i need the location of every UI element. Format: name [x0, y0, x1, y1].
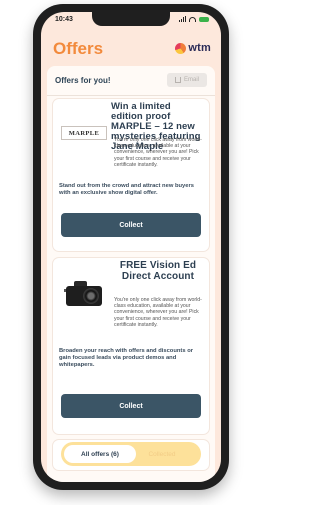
- offer-pitch: Stand out from the crowd and attract new…: [59, 183, 194, 197]
- email-button-label: Email: [183, 77, 199, 83]
- status-bar: 10:43: [41, 12, 221, 28]
- marple-logo: MARPLE: [61, 126, 107, 140]
- offer-card[interactable]: FREE Vision Ed Direct Account You're onl…: [53, 258, 209, 434]
- offers-panel: Offers for you! Email MARPLE Win a limit…: [47, 66, 215, 482]
- divider: [47, 95, 215, 96]
- offer-card[interactable]: MARPLE Win a limited edition proof MARPL…: [53, 99, 209, 251]
- battery-icon: [199, 16, 209, 22]
- status-time: 10:43: [55, 16, 73, 23]
- signal-icon: [179, 16, 186, 22]
- collect-button[interactable]: Collect: [61, 213, 201, 237]
- notch: [92, 12, 170, 26]
- camera-image: [64, 278, 104, 308]
- wifi-icon: [189, 16, 196, 22]
- wtm-logo-icon: [175, 42, 187, 54]
- offer-description: You're only one click away from world-cl…: [114, 137, 202, 168]
- share-icon: [174, 77, 181, 83]
- phone-frame: 10:43 Offers wtm Offers for you! Email M…: [33, 4, 229, 490]
- offer-description: You're only one click away from world-cl…: [114, 297, 202, 328]
- offers-tab-bar: All offers (6) Collected: [61, 442, 201, 466]
- app-header: Offers wtm: [41, 32, 221, 64]
- email-button[interactable]: Email: [167, 73, 207, 87]
- brand-logo-text: wtm: [188, 42, 211, 54]
- offers-heading: Offers for you!: [55, 76, 111, 85]
- collect-button[interactable]: Collect: [61, 394, 201, 418]
- tab-collected[interactable]: Collected: [126, 445, 198, 463]
- offer-image: [59, 272, 109, 314]
- status-icons: [179, 16, 209, 22]
- offer-pitch: Broaden your reach with offers and disco…: [59, 348, 193, 369]
- brand-logo[interactable]: wtm: [175, 42, 211, 54]
- page-title: Offers: [53, 39, 104, 58]
- app-screen: 10:43 Offers wtm Offers for you! Email M…: [41, 12, 221, 482]
- offer-image: MARPLE: [59, 117, 109, 149]
- offer-title: FREE Vision Ed Direct Account: [119, 260, 197, 282]
